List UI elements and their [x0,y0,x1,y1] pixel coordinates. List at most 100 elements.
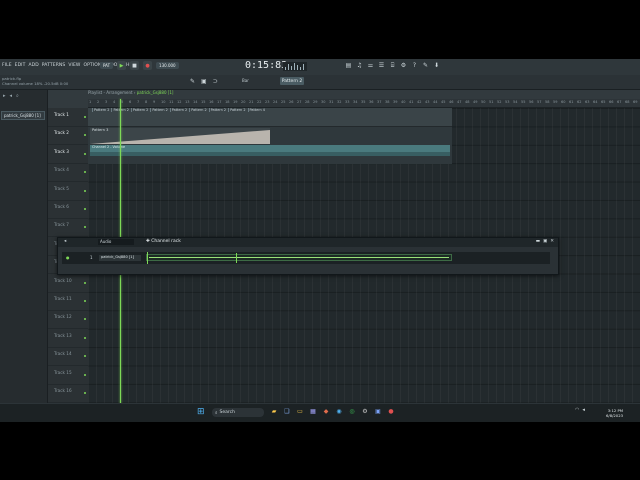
menu-patterns[interactable]: PATTERNS [42,63,66,68]
ruler-number: 27 [297,100,302,104]
ruler-number: 63 [585,100,590,104]
ruler-number: 11 [169,100,174,104]
clock-date: 6/8/2023 [606,413,624,418]
track-header[interactable]: Track 7 [48,218,88,238]
piano-roll-icon[interactable]: ♫ [356,62,363,70]
track-mute-led[interactable] [84,226,86,229]
mixer-icon[interactable]: ⚌ [367,62,374,70]
track-header[interactable]: Track 3 [48,145,88,164]
ruler-number: 28 [305,100,310,104]
store-icon[interactable]: ▦ [309,408,317,416]
maximize-icon[interactable]: ▣ [543,239,547,244]
record-button[interactable]: ● [143,61,153,70]
folder-icon[interactable]: ▰ [270,408,278,416]
ruler-number: 30 [321,100,326,104]
track-mute-led[interactable] [84,373,86,376]
wifi-icon[interactable]: ◠ [575,407,579,413]
close-icon[interactable]: ✕ [550,239,554,244]
edge-icon[interactable]: ◉ [335,408,343,416]
track-header[interactable]: Track 15 [48,366,88,385]
explorer-icon[interactable]: ▭ [296,408,304,416]
track-mute-led[interactable] [84,189,86,192]
fl-studio-icon[interactable]: ◆ [322,408,330,416]
playlist-icon[interactable]: ▤ [345,62,352,70]
ruler-number: 45 [441,100,446,104]
pattern-mode-button[interactable]: PAT [100,62,114,69]
track-header[interactable]: Track 1 [48,108,88,127]
wrench-icon[interactable]: ✎ [422,62,429,70]
channel-name-button[interactable]: patrick_Gsj880 [1] [99,255,141,261]
bpm-display[interactable]: 130.000 [156,62,179,69]
track-mute-led[interactable] [84,392,86,394]
pattern-selector[interactable]: Pattern 2 [280,77,304,85]
minimize-icon[interactable]: ▬ [536,239,540,244]
pattern-clips[interactable]: Pattern 2 Pattern 2 Pattern 2 Pattern 2 Patt… [88,108,452,127]
channel-rack-icon[interactable]: ☰ [378,62,385,70]
track-mute-led[interactable] [84,336,86,339]
track-header[interactable]: Track 14 [48,347,88,367]
chrome-icon[interactable]: ◎ [348,408,356,416]
track-mute-led[interactable] [84,116,86,118]
stop-button[interactable]: ■ [130,61,140,70]
track-mute-led[interactable] [84,318,86,321]
automation-clip[interactable]: Channel 2 - Volume [90,145,450,152]
download-icon[interactable]: ⬇ [433,62,440,70]
menu-view[interactable]: VIEW [68,63,80,68]
magnet-icon[interactable]: ⊃ [213,78,218,85]
play-button[interactable]: ▶ [117,61,127,70]
track-header[interactable]: Track 2 [48,126,88,146]
start-icon[interactable]: ⊞ [197,408,205,417]
ruler-number: 53 [505,100,510,104]
track-mute-led[interactable] [84,281,86,284]
browser-back-icon[interactable]: ◂ [10,93,13,99]
track-header[interactable]: Track 12 [48,310,88,330]
track-mute-led[interactable] [84,152,86,155]
channel-led-icon[interactable]: ● [66,255,70,260]
browser-menu-icon[interactable]: ▸ [3,93,6,99]
track-header[interactable]: Track 13 [48,329,88,348]
track-mute-led[interactable] [84,355,86,358]
browser-search-icon[interactable]: ⌕ [16,93,19,99]
recorder-icon[interactable]: ● [387,408,395,416]
volume-icon[interactable]: ◂ [582,407,585,413]
ruler-number: 40 [401,100,406,104]
track-header[interactable]: Track 10 [48,274,88,293]
audio-waveform[interactable] [146,254,452,261]
track-header[interactable]: Track 4 [48,163,88,183]
rack-menu-icon[interactable]: ◂ [64,239,66,244]
track-header[interactable]: Track 11 [48,292,88,311]
browser-item[interactable]: patrick_Gsj880 [1] [1,111,45,120]
timeline-ruler[interactable]: 1 2 3 4 5 6 7 8 9 10 11 12 13 14 15 16 17 18 19 20 21 22 23 24 2… [88,99,640,108]
track-header[interactable]: Track 16 [48,384,88,403]
ruler-number: 43 [425,100,430,104]
track-mute-led[interactable] [84,300,86,302]
channel-row[interactable]: ● 1 patrick_Gsj880 [1] [62,252,550,264]
taskbar-search[interactable]: ⌕ Search [212,408,264,417]
track-mute-led[interactable] [84,171,86,174]
menu-edit[interactable]: EDIT [15,63,26,68]
task-view-icon[interactable]: ❑ [283,408,291,416]
top-toolbar: FILE EDIT ADD PATTERNS VIEW OPTIONS TOOL… [0,59,640,76]
menu-file[interactable]: FILE [2,63,12,68]
time-display[interactable]: 0:15:83 [245,60,287,71]
ruler-number: 69 [633,100,638,104]
taskbar-clock[interactable]: 3:12 PM 6/8/2023 [606,408,623,418]
draw-icon[interactable]: ✎ [190,78,195,85]
photos-icon[interactable]: ▣ [374,408,382,416]
browser-icon[interactable]: ⌸ [389,62,396,70]
ruler-number: 42 [417,100,422,104]
track-mute-led[interactable] [84,208,86,210]
help-icon[interactable]: ? [411,62,418,70]
snap-selector[interactable]: Bar [242,78,249,83]
track-header[interactable]: Track 6 [48,200,88,219]
channel-rack-titlebar[interactable]: ◂ Audio ✚ Channel rack ▬ ▣ ✕ [58,238,558,247]
track-mute-led[interactable] [84,134,86,137]
track-header[interactable]: Track 5 [48,182,88,201]
settings-icon[interactable]: ⚙ [361,408,369,416]
paint-icon[interactable]: ▣ [201,78,207,85]
menu-add[interactable]: ADD [28,63,38,68]
pattern-clip[interactable]: Pattern 3 [90,128,270,144]
channel-filter[interactable]: Audio [98,239,134,245]
plugin-icon[interactable]: ⚙ [400,62,407,70]
ruler-number: 35 [361,100,366,104]
